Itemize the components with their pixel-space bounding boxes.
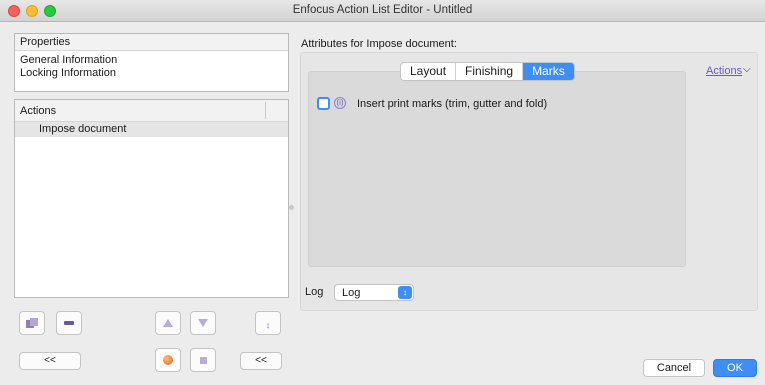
properties-header: Properties [15, 34, 288, 51]
chevron-down-icon[interactable]: ⌵ [743, 64, 751, 75]
tab-layout[interactable]: Layout [401, 63, 457, 80]
cancel-button[interactable]: Cancel [643, 359, 705, 377]
preview-button[interactable]: ⨾ [255, 311, 281, 335]
tab-finishing[interactable]: Finishing [456, 63, 524, 80]
splitter-handle[interactable] [289, 205, 294, 210]
move-up-button[interactable] [155, 311, 181, 335]
actions-menu-link[interactable]: Actions [706, 65, 742, 77]
actions-panel: Actions Impose document [14, 99, 289, 298]
info-icon[interactable]: (i) [334, 97, 346, 109]
properties-item-general[interactable]: General Information [15, 53, 288, 66]
log-select[interactable]: Log ↕ [334, 284, 414, 301]
ok-button[interactable]: OK [713, 359, 757, 377]
column-divider[interactable] [265, 102, 266, 119]
insert-print-marks-checkbox[interactable] [317, 97, 330, 110]
select-arrows-icon: ↕ [398, 286, 412, 299]
duplicate-action-button[interactable] [19, 311, 45, 335]
duplicate-icon [26, 318, 38, 328]
stop-button[interactable] [190, 348, 216, 372]
remove-action-button[interactable] [56, 311, 82, 335]
title-bar[interactable]: Enfocus Action List Editor - Untitled [0, 0, 765, 22]
action-item-impose-document[interactable]: Impose document [15, 122, 288, 137]
properties-panel: Properties General Information Locking I… [14, 33, 289, 92]
attribute-tabs: Layout Finishing Marks [400, 62, 575, 81]
insert-print-marks-label: Insert print marks (trim, gutter and fol… [357, 98, 548, 110]
minus-icon [64, 321, 74, 325]
arrow-up-icon [163, 319, 173, 327]
arrow-down-icon [198, 319, 208, 327]
glasses-icon: ⨾ [266, 315, 270, 331]
record-icon [163, 355, 173, 365]
actions-header-label: Actions [20, 105, 57, 117]
log-select-value: Log [342, 287, 361, 299]
attributes-label: Attributes for Impose document: [301, 38, 457, 50]
record-button[interactable] [155, 348, 181, 372]
window-title: Enfocus Action List Editor - Untitled [292, 4, 473, 16]
log-label: Log [305, 286, 324, 298]
stop-icon [199, 356, 207, 364]
collapse-left-button[interactable]: << [19, 352, 81, 370]
tab-marks[interactable]: Marks [523, 63, 574, 80]
editor-window: Enfocus Action List Editor - Untitled Pr… [0, 0, 765, 385]
properties-item-locking[interactable]: Locking Information [15, 66, 288, 79]
move-down-button[interactable] [190, 311, 216, 335]
actions-header: Actions [15, 100, 288, 122]
collapse-right-button[interactable]: << [240, 352, 282, 370]
